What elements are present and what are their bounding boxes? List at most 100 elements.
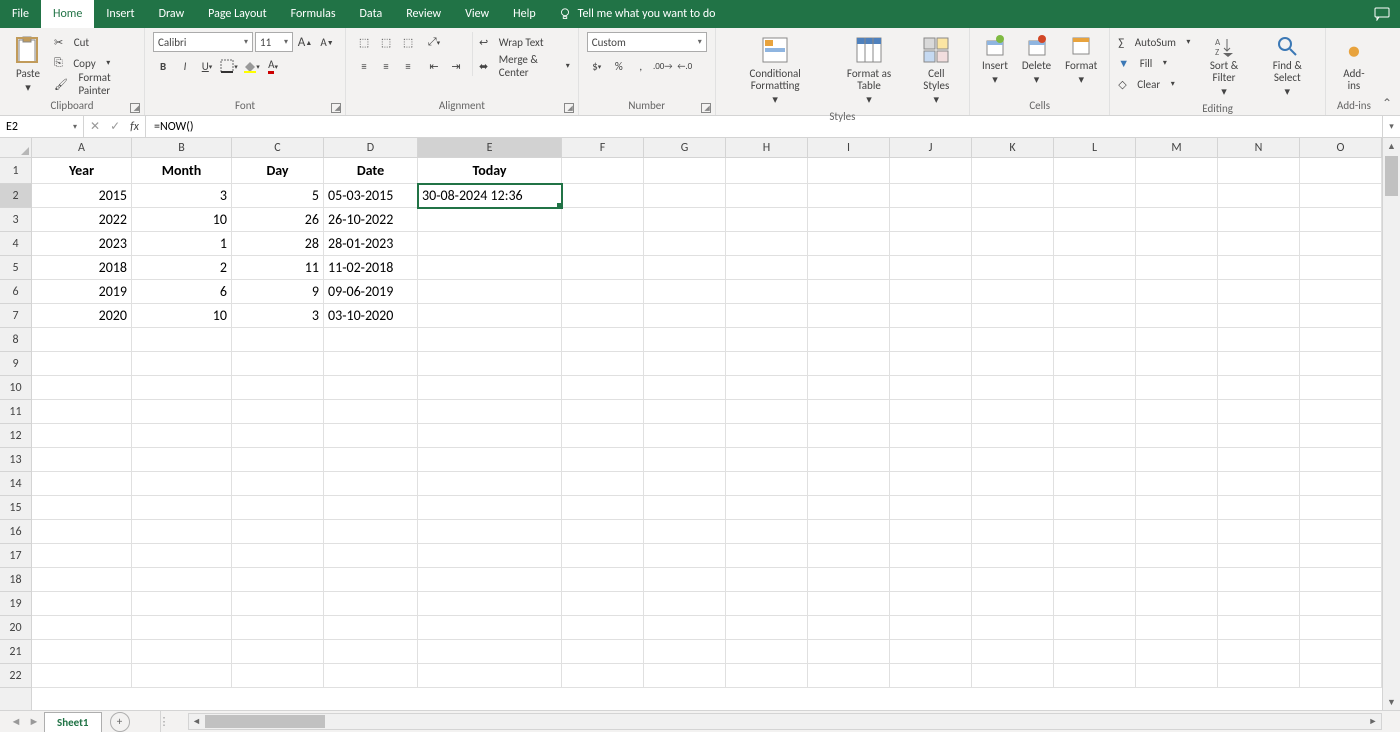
row-header-3[interactable]: 3 [0,208,31,232]
cell-L4[interactable] [1054,232,1136,256]
cell-O14[interactable] [1300,472,1382,496]
cell-M15[interactable] [1136,496,1218,520]
cell-E19[interactable] [418,592,562,616]
cell-A11[interactable] [32,400,132,424]
cell-C5[interactable]: 11 [232,256,324,280]
cell-D21[interactable] [324,640,418,664]
cell-J6[interactable] [890,280,972,304]
clear-button[interactable]: ◇ Clear ▾ [1118,74,1190,94]
row-header-16[interactable]: 16 [0,520,31,544]
cell-F13[interactable] [562,448,644,472]
fx-icon[interactable]: fx [130,120,139,134]
cell-A4[interactable]: 2023 [32,232,132,256]
cell-J18[interactable] [890,568,972,592]
dialog-launcher-icon[interactable]: ◢ [331,103,341,113]
sort-filter-button[interactable]: AZSort & Filter▾ [1196,32,1251,100]
cell-I10[interactable] [808,376,890,400]
cell-N5[interactable] [1218,256,1300,280]
cell-H13[interactable] [726,448,808,472]
row-header-1[interactable]: 1 [0,158,31,184]
cell-B5[interactable]: 2 [132,256,232,280]
tab-pagelayout[interactable]: Page Layout [196,0,278,28]
cell-D20[interactable] [324,616,418,640]
cell-J13[interactable] [890,448,972,472]
cell-D4[interactable]: 28-01-2023 [324,232,418,256]
column-header-B[interactable]: B [132,138,232,157]
cell-N7[interactable] [1218,304,1300,328]
cell-L3[interactable] [1054,208,1136,232]
cell-G10[interactable] [644,376,726,400]
format-as-table-button[interactable]: Format as Table▾ [833,32,906,108]
column-header-E[interactable]: E [418,138,562,157]
wrap-text-button[interactable]: ↩ Wrap Text [479,32,570,52]
cell-F6[interactable] [562,280,644,304]
cell-F20[interactable] [562,616,644,640]
cell-B15[interactable] [132,496,232,520]
cell-E12[interactable] [418,424,562,448]
cell-L13[interactable] [1054,448,1136,472]
cell-F11[interactable] [562,400,644,424]
cell-F1[interactable] [562,158,644,184]
cell-A15[interactable] [32,496,132,520]
cell-D9[interactable] [324,352,418,376]
cell-K2[interactable] [972,184,1054,208]
cell-G21[interactable] [644,640,726,664]
cell-K18[interactable] [972,568,1054,592]
cell-H22[interactable] [726,664,808,688]
horizontal-scrollbar[interactable]: ◄ ► [188,713,1383,730]
dialog-launcher-icon[interactable]: ◢ [701,103,711,113]
cell-B14[interactable] [132,472,232,496]
cell-H20[interactable] [726,616,808,640]
cell-B8[interactable] [132,328,232,352]
cell-F4[interactable] [562,232,644,256]
cell-A18[interactable] [32,568,132,592]
cell-K13[interactable] [972,448,1054,472]
merge-center-button[interactable]: ⬌ Merge & Center ▾ [479,56,570,76]
cell-L22[interactable] [1054,664,1136,688]
sheet-tab[interactable]: Sheet1 [44,712,102,732]
cell-O19[interactable] [1300,592,1382,616]
cell-A20[interactable] [32,616,132,640]
column-header-J[interactable]: J [890,138,972,157]
column-header-M[interactable]: M [1136,138,1218,157]
column-header-O[interactable]: O [1300,138,1382,157]
increase-indent-icon[interactable]: ⇥ [446,56,466,76]
cell-B1[interactable]: Month [132,158,232,184]
cell-N15[interactable] [1218,496,1300,520]
cell-H6[interactable] [726,280,808,304]
column-header-N[interactable]: N [1218,138,1300,157]
cell-E14[interactable] [418,472,562,496]
cell-O11[interactable] [1300,400,1382,424]
cell-I11[interactable] [808,400,890,424]
expand-formula-icon[interactable]: ▾ [1382,116,1400,137]
copy-button[interactable]: ⎘ Copy ▾ [54,53,136,73]
cell-E10[interactable] [418,376,562,400]
cell-L1[interactable] [1054,158,1136,184]
cell-I12[interactable] [808,424,890,448]
cut-button[interactable]: ✂ Cut [54,32,136,52]
row-header-12[interactable]: 12 [0,424,31,448]
cell-D2[interactable]: 05-03-2015 [324,184,418,208]
align-bottom-icon[interactable]: ⬚ [398,32,418,52]
cell-A2[interactable]: 2015 [32,184,132,208]
cell-H17[interactable] [726,544,808,568]
cell-I5[interactable] [808,256,890,280]
cell-F19[interactable] [562,592,644,616]
cell-K15[interactable] [972,496,1054,520]
prev-sheet-icon[interactable]: ◄ [8,715,24,728]
column-header-I[interactable]: I [808,138,890,157]
cell-H3[interactable] [726,208,808,232]
scroll-right-icon[interactable]: ► [1365,716,1381,727]
cell-E2[interactable]: 30-08-2024 12:36 [418,184,562,208]
decrease-indent-icon[interactable]: ⇤ [424,56,444,76]
cell-M18[interactable] [1136,568,1218,592]
cell-G3[interactable] [644,208,726,232]
comma-format-icon[interactable]: , [631,56,651,76]
cell-K6[interactable] [972,280,1054,304]
cell-K12[interactable] [972,424,1054,448]
cell-N9[interactable] [1218,352,1300,376]
cell-B16[interactable] [132,520,232,544]
cell-A1[interactable]: Year [32,158,132,184]
cell-F15[interactable] [562,496,644,520]
cell-J22[interactable] [890,664,972,688]
